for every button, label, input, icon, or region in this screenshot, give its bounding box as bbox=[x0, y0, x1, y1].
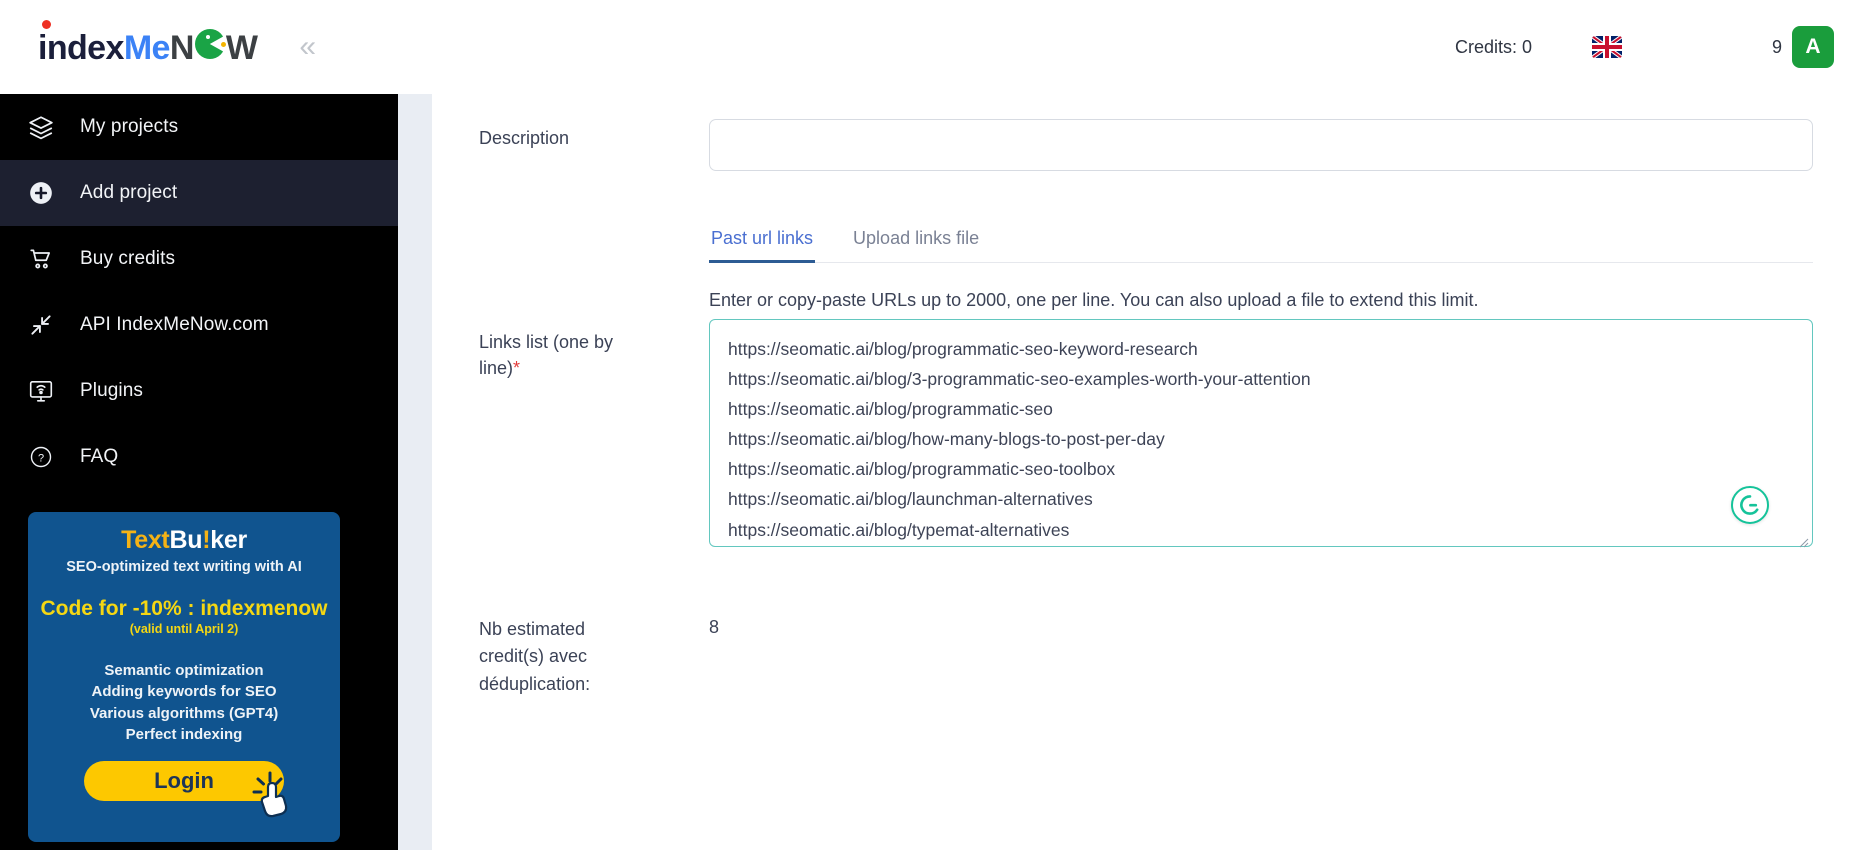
sidebar-item-label: API IndexMeNow.com bbox=[80, 314, 269, 335]
shopping-cart-icon bbox=[24, 242, 58, 276]
sidebar-gutter bbox=[398, 94, 432, 850]
ad-login-button[interactable]: Login bbox=[84, 761, 288, 818]
description-label: Description bbox=[479, 128, 570, 148]
sidebar-item-add-project[interactable]: Add project bbox=[0, 160, 398, 226]
logo-dot-icon bbox=[42, 20, 51, 29]
description-input[interactable] bbox=[709, 119, 1813, 171]
logo-part-n: N bbox=[169, 29, 195, 67]
ad-feature: Semantic optimization bbox=[104, 662, 264, 679]
notification-count[interactable]: 9 bbox=[1772, 37, 1782, 58]
links-list-label: Links list (one by line)* bbox=[479, 319, 709, 381]
top-header: index Me N W « Credits: 0 9 A bbox=[0, 0, 1858, 94]
svg-text:?: ? bbox=[38, 452, 44, 464]
tab-upload-links-file[interactable]: Upload links file bbox=[851, 228, 981, 262]
sidebar-ad-banner[interactable]: TextBu!ker SEO-optimized text writing wi… bbox=[28, 512, 340, 842]
monitor-wifi-icon bbox=[24, 374, 58, 408]
tab-past-url-links[interactable]: Past url links bbox=[709, 228, 816, 263]
sidebar-item-label: FAQ bbox=[80, 446, 119, 467]
ad-feature-list: Semantic optimization Adding keywords fo… bbox=[28, 660, 340, 745]
required-asterisk: * bbox=[513, 358, 521, 379]
estimated-credits-value: 8 bbox=[709, 617, 720, 637]
description-row: Description bbox=[479, 119, 1858, 171]
main-content: Description Past url links Upload links … bbox=[432, 94, 1858, 850]
brand-logo[interactable]: index Me N W bbox=[38, 20, 258, 67]
links-textarea[interactable]: https://seomatic.ai/blog/programmatic-se… bbox=[709, 319, 1813, 547]
sidebar-item-label: Add project bbox=[80, 182, 178, 203]
ad-brand: TextBu!ker bbox=[28, 526, 340, 555]
logo-part-index: index bbox=[38, 20, 124, 65]
logo-part-me: Me bbox=[123, 29, 171, 67]
estimated-credits-label-line3: déduplication: bbox=[479, 673, 591, 694]
ad-brand-part1: Text bbox=[121, 526, 170, 554]
sidebar-item-faq[interactable]: ? FAQ bbox=[0, 424, 398, 490]
uk-flag-icon[interactable] bbox=[1591, 36, 1622, 58]
tab-list: Past url links Upload links file bbox=[709, 228, 1813, 263]
layers-icon bbox=[24, 110, 58, 144]
api-arrows-icon bbox=[24, 308, 58, 342]
header-actions: Credits: 0 9 A bbox=[1455, 26, 1858, 68]
links-list-label-line2: line) bbox=[479, 358, 514, 379]
links-list-row: Links list (one by line)* https://seomat… bbox=[479, 319, 1858, 552]
sidebar-item-plugins[interactable]: Plugins bbox=[0, 358, 398, 424]
ad-brand-part2: Bu bbox=[169, 526, 203, 554]
ad-feature: Perfect indexing bbox=[125, 725, 243, 743]
estimated-credits-label-line1: Nb estimated bbox=[479, 619, 586, 639]
sidebar-item-buy-credits[interactable]: Buy credits bbox=[0, 226, 398, 292]
estimated-credits-row: Nb estimated credit(s) avec déduplicatio… bbox=[479, 616, 1858, 698]
sidebar-item-label: Plugins bbox=[80, 380, 144, 401]
ad-feature: Adding keywords for SEO bbox=[91, 683, 277, 701]
logo-text: index Me N W bbox=[38, 20, 258, 67]
sidebar-item-my-projects[interactable]: My projects bbox=[0, 94, 398, 160]
estimated-credits-label: Nb estimated credit(s) avec déduplicatio… bbox=[479, 616, 709, 698]
ad-login-label: Login bbox=[154, 768, 214, 794]
sidebar-item-label: My projects bbox=[80, 116, 179, 137]
credits-label: Credits: 0 bbox=[1454, 36, 1532, 57]
click-hand-icon bbox=[252, 771, 288, 818]
chevron-double-left-icon[interactable]: « bbox=[299, 32, 316, 62]
sidebar: My projects Add project Buy credits API … bbox=[0, 94, 398, 850]
ad-promo-code: Code for -10% : indexmenow bbox=[40, 597, 328, 620]
ad-feature: Various algorithms (GPT4) bbox=[89, 704, 279, 722]
estimated-credits-label-line2: credit(s) avec bbox=[479, 646, 588, 667]
tabs-block: Past url links Upload links file bbox=[709, 228, 1813, 263]
app-root: index Me N W « Credits: 0 9 A My project… bbox=[0, 0, 1858, 850]
sidebar-item-label: Buy credits bbox=[80, 248, 176, 269]
ad-brand-part3: ker bbox=[210, 526, 247, 554]
question-circle-icon: ? bbox=[24, 440, 58, 474]
plus-circle-icon bbox=[24, 176, 58, 210]
grammarly-icon[interactable] bbox=[1731, 486, 1769, 524]
links-textarea-wrap: https://seomatic.ai/blog/programmatic-se… bbox=[709, 319, 1813, 552]
avatar[interactable]: A bbox=[1792, 26, 1834, 68]
links-list-label-line1: Links list (one by bbox=[479, 332, 614, 352]
links-hint-text: Enter or copy-paste URLs up to 2000, one… bbox=[709, 290, 1479, 310]
logo-part-w: W bbox=[225, 29, 258, 67]
ad-validity: (valid until April 2) bbox=[129, 622, 239, 636]
sidebar-item-api[interactable]: API IndexMeNow.com bbox=[0, 292, 398, 358]
ad-subtitle: SEO-optimized text writing with AI bbox=[66, 559, 302, 575]
pacman-o-icon bbox=[194, 29, 226, 59]
